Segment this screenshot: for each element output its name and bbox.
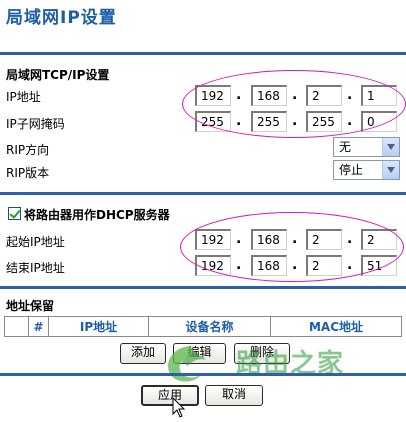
subnet-mask-label: IP子网掩码 — [6, 117, 65, 131]
table-header-row: # IP地址 设备名称 MAC地址 — [4, 316, 402, 337]
device-name-column-header: 设备名称 — [148, 316, 271, 337]
apply-button[interactable]: 应用 — [141, 385, 199, 406]
reservation-table: # IP地址 设备名称 MAC地址 — [4, 316, 402, 337]
cancel-button[interactable]: 取消 — [205, 385, 263, 406]
chevron-down-icon — [382, 161, 399, 179]
page-title: 局域网IP设置 — [6, 8, 117, 28]
dhcp-server-label: 将路由器用作DHCP服务器 — [24, 208, 170, 222]
divider — [0, 192, 406, 195]
chevron-down-icon — [382, 138, 399, 156]
index-column-header: # — [28, 316, 49, 337]
reservation-section-title: 地址保留 — [6, 299, 55, 313]
divider — [0, 373, 406, 376]
ip-column-header: IP地址 — [48, 316, 149, 337]
end-ip-label: 结束IP地址 — [6, 261, 65, 275]
watermark-logo: 路由之家 — [160, 338, 360, 388]
rip-direction-select[interactable]: 无 — [333, 137, 400, 157]
divider — [0, 52, 406, 55]
rip-version-select[interactable]: 停止 — [333, 160, 400, 180]
rip-version-value: 停止 — [339, 163, 364, 177]
dhcp-server-checkbox[interactable] — [8, 207, 21, 220]
rip-version-label: RIP版本 — [6, 166, 50, 180]
ip-address-label: IP地址 — [6, 90, 41, 104]
lan-section-title: 局域网TCP/IP设置 — [6, 68, 110, 82]
rip-direction-value: 无 — [339, 140, 352, 154]
select-column-header — [4, 316, 29, 337]
start-ip-label: 起始IP地址 — [6, 235, 65, 249]
highlight-ellipse-dhcp — [180, 212, 404, 282]
highlight-ellipse-lan — [182, 70, 406, 138]
divider — [0, 286, 406, 289]
mac-column-header: MAC地址 — [270, 316, 402, 337]
mouse-cursor-icon — [172, 397, 186, 418]
rip-direction-label: RIP方向 — [6, 143, 50, 157]
